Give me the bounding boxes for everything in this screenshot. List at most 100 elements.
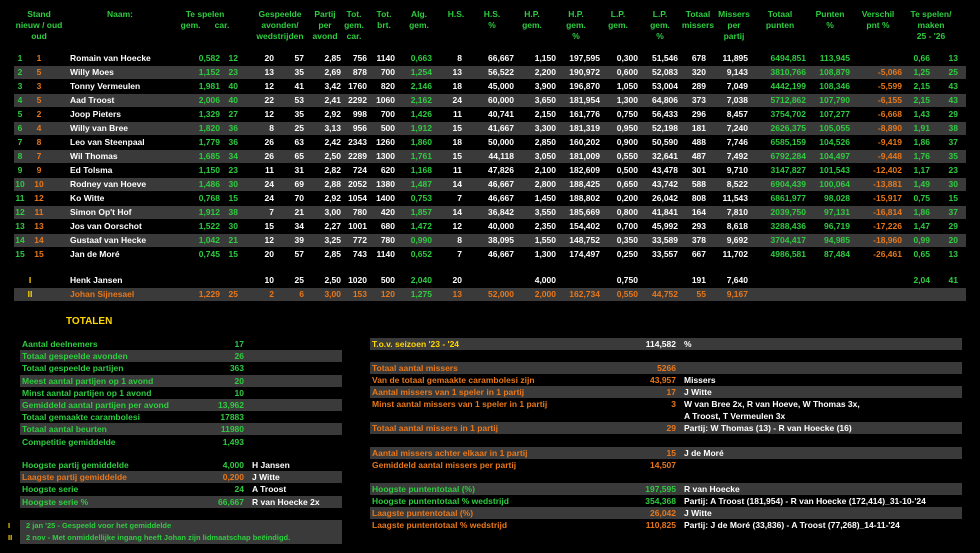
cell-lp: 52,083 [652,67,678,77]
cell-brt: 2,040 [410,275,432,285]
cell-mis: 11,702 [722,249,748,259]
cell-lppct: 296 [691,109,706,119]
cell-ppa: 3,00 [324,207,341,217]
cell-o: 4 [36,123,42,133]
stat-label: Hoogste serie % [22,496,89,507]
cell-hs: 66,667 [488,53,514,63]
cell-hs: 44,118 [488,151,514,161]
cell-o: 13 [34,221,44,231]
cell-lp: 50,590 [652,137,678,147]
stat-extra: A Troost [252,484,287,495]
cell-ts: 29 [948,221,958,231]
cell-lppct: 588 [691,179,706,189]
cell-n: 7 [17,137,23,147]
cell-n: 2 [17,67,23,77]
cell-alg: 14 [452,207,462,217]
cell-ver: 0,99 [913,235,930,245]
cell-hspct: 2,000 [534,289,556,299]
cell-misp: 3754,702 [770,109,806,119]
cell-wd: 31 [294,165,304,175]
cell-ppa: 3,13 [324,123,341,133]
cell-naam: Ko Witte [70,193,105,203]
cell-pct: -18,960 [873,235,902,245]
cell-mis: 7,810 [726,207,748,217]
cell-gem: 0,745 [198,249,220,259]
cell-ts: 37 [948,137,958,147]
cell-hspct: 2,200 [534,67,556,77]
cell-n: 1 [17,53,23,63]
cell-tcar: 1140 [376,249,395,259]
cell-hp: 162,734 [569,289,600,299]
col-missers-per: Missers per partij [718,9,750,41]
cell-tcar: 1260 [376,137,395,147]
cell-hs: 45,000 [488,81,514,91]
cell-lppct: 488 [691,137,706,147]
table-row: 5 2 Joop Pieters 1,329 27 12 35 2,92 998 700 1,426… [14,108,966,121]
cell-lp: 51,546 [652,53,678,63]
cell-hp: 185,669 [569,207,600,217]
cell-n: 3 [17,81,23,91]
cell-naam: Romain van Hoecke [70,53,151,63]
cell-ppa: 2,85 [324,53,341,63]
cell-lp: 56,433 [652,109,678,119]
cell-alg: 8 [457,53,462,63]
cell-wd: 35 [294,109,304,119]
cell-lp: 41,841 [652,207,678,217]
cell-alg: 15 [452,123,462,133]
stat-label: Hoogste serie [22,484,79,495]
cell-gem: 1,152 [198,67,220,77]
cell-hs: 40,741 [488,109,514,119]
cell-av: 12 [264,81,274,91]
table-row: 4 5 Aad Troost 2,006 40 22 53 2,41 2292 1060 2,162… [14,94,966,107]
table-row: 6 4 Willy van Bree 1,820 36 8 25 3,13 956 500 1,91… [14,122,966,135]
cell-punt: 108,879 [819,67,850,77]
cell-hppct: 0,800 [616,207,638,217]
cell-brt: 0,753 [410,193,432,203]
cell-misp: 3147,827 [770,165,806,175]
cell-hp: 181,319 [569,123,600,133]
cell-hppct: 0,600 [616,67,638,77]
cell-ts: 25 [948,67,958,77]
stat-label: Hoogste partij gemiddelde [22,460,129,470]
col-lp-pct: L.P. gem.% [650,9,670,41]
cell-hspct: 2,350 [534,221,556,231]
stat-extra: J de Moré [684,448,724,458]
cell-n: 4 [17,95,23,105]
cell-tcar: 1380 [376,179,395,189]
cell-tgem: 1054 [348,193,367,203]
col-gespeelde: Gespeelde avonden/wedstrijden [256,9,304,41]
cell-lppct: 678 [691,53,706,63]
cell-ppa: 3,00 [324,289,341,299]
cell-pct: -13,881 [873,179,902,189]
cell-mis: 9,710 [726,165,748,175]
col-stand: Stand nieuw / oud oud [15,9,63,41]
table-row: 11 12 Ko Witte 0,768 15 24 70 2,92 1054 1400 0,753… [14,192,966,205]
cell-gem: 1,522 [198,221,220,231]
cell-ts: 13 [948,53,958,63]
cell-car: 27 [228,109,238,119]
stat-label: T.o.v. seizoen '23 - '24 [372,339,460,349]
cell-wd: 69 [294,179,304,189]
cell-alg: 15 [452,151,462,161]
stat-value: 15 [666,448,676,458]
cell-tgem: 724 [352,165,367,175]
cell-ts: 43 [948,95,958,105]
stat-label: Meest aantal partijen op 1 avond [22,375,154,386]
col-lp: L.P. gem. [608,9,628,30]
cell-naam: Johan Sijnesael [70,289,135,299]
cell-lp: 32,641 [652,151,678,161]
cell-ts: 41 [948,275,958,285]
cell-punt: 108,346 [819,81,850,91]
stat-label: Competitie gemiddelde [22,436,116,447]
cell-hppct: 0,650 [616,179,638,189]
stat-value: 0,200 [222,472,244,483]
cell-tgem: 2343 [348,137,367,147]
stat-extra: R van Hoecke 2x [252,496,320,507]
cell-hspct: 3,050 [534,151,556,161]
cell-hs: 56,522 [488,67,514,77]
cell-wd: 53 [294,95,304,105]
cell-o: 11 [34,207,44,217]
table-row: 15 15 Jan de Moré 0,745 15 20 57 2,85 743 1140 0,6… [14,248,966,261]
cell-tgem: 756 [352,53,367,63]
cell-tgem: 772 [352,235,367,245]
